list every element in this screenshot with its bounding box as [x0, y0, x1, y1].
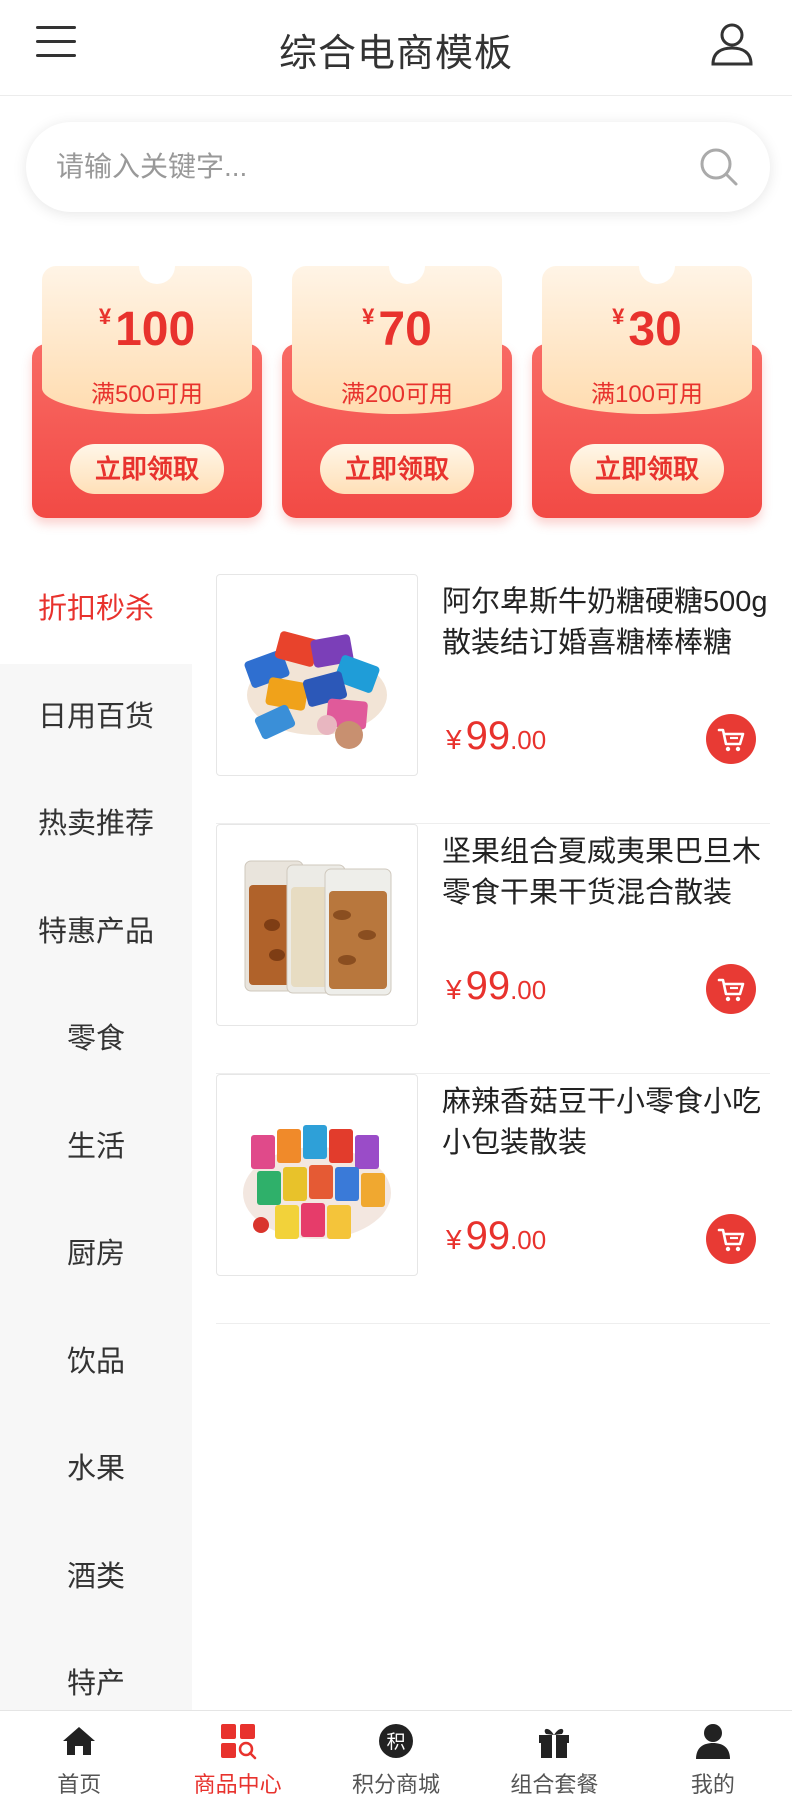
gift-icon — [539, 1728, 570, 1758]
points-icon-text: 积 — [387, 1731, 406, 1753]
add-to-cart-button[interactable] — [706, 714, 756, 764]
points-icon: 积 — [379, 1724, 414, 1758]
tab-points-mall[interactable]: 积 积分商城 — [317, 1711, 475, 1808]
cart-icon — [717, 1228, 745, 1252]
coupon-card: ¥100 满500可用 立即领取 — [32, 248, 262, 518]
product-item[interactable]: 坚果组合夏威夷果巴旦木零食干果干货混合散装 ¥99.00 — [216, 824, 770, 1074]
bottom-tab-bar: 首页 商品中心 积 积分商城 组合套餐 我的 — [0, 1710, 792, 1808]
product-item[interactable]: 阿尔卑斯牛奶糖硬糖500g散装结订婚喜糖棒棒糖 ¥99.00 — [216, 574, 770, 824]
header-bar: 综合电商模板 — [0, 0, 792, 96]
category-item-discount-flash-sale[interactable]: 折扣秒杀 — [0, 556, 192, 664]
product-name[interactable]: 阿尔卑斯牛奶糖硬糖500g散装结订婚喜糖棒棒糖 — [442, 582, 770, 664]
coupon-card: ¥70 满200可用 立即领取 — [282, 248, 512, 518]
tab-combo-package[interactable]: 组合套餐 — [475, 1711, 633, 1808]
search-input[interactable] — [56, 142, 676, 192]
category-item-kitchen[interactable]: 厨房 — [0, 1201, 192, 1309]
page-title: 综合电商模板 — [278, 33, 513, 75]
product-item[interactable]: 麻辣香菇豆干小零食小吃小包装散装 ¥99.00 — [216, 1074, 770, 1324]
coupon-condition: 满200可用 — [340, 381, 454, 408]
claim-coupon-button[interactable]: 立即领取 — [320, 444, 474, 494]
coupon-amount: ¥100 — [98, 303, 196, 356]
claim-coupon-button[interactable]: 立即领取 — [70, 444, 224, 494]
tab-label: 首页 — [57, 1772, 102, 1797]
tab-product-center[interactable]: 商品中心 — [158, 1711, 316, 1808]
tab-label: 积分商城 — [352, 1772, 441, 1797]
cart-icon — [717, 978, 745, 1002]
category-item-drinks[interactable]: 饮品 — [0, 1309, 192, 1417]
category-sidebar: 折扣秒杀 日用百货 热卖推荐 特惠产品 零食 生活 厨房 饮品 水果 酒类 特产 — [0, 556, 192, 1710]
search-icon[interactable] — [698, 146, 740, 188]
product-image-dried-tofu[interactable] — [216, 1074, 418, 1276]
product-list: 阿尔卑斯牛奶糖硬糖500g散装结订婚喜糖棒棒糖 ¥99.00 坚果组合夏威夷果巴… — [216, 574, 770, 1324]
coupon-condition: 满100可用 — [590, 381, 704, 408]
coupon-amount: ¥70 — [362, 303, 432, 356]
tab-home[interactable]: 首页 — [0, 1711, 158, 1808]
category-item-special-offers[interactable]: 特惠产品 — [0, 879, 192, 987]
tab-label: 商品中心 — [193, 1772, 282, 1797]
claim-coupon-button[interactable]: 立即领取 — [570, 444, 724, 494]
product-price: ¥99.00 — [446, 1214, 547, 1258]
coupon-condition: 满500可用 — [90, 381, 204, 408]
grid-search-icon — [220, 1724, 256, 1760]
product-image-nuts[interactable] — [216, 824, 418, 1026]
category-item-daily-goods[interactable]: 日用百货 — [0, 664, 192, 772]
home-icon — [63, 1727, 96, 1755]
category-item-fruit[interactable]: 水果 — [0, 1416, 192, 1524]
category-item-snacks[interactable]: 零食 — [0, 986, 192, 1094]
search-bar — [26, 122, 770, 212]
tab-label: 我的 — [690, 1772, 735, 1797]
add-to-cart-button[interactable] — [706, 1214, 756, 1264]
tab-label: 组合套餐 — [510, 1772, 599, 1797]
add-to-cart-button[interactable] — [706, 964, 756, 1014]
product-image-candy[interactable] — [216, 574, 418, 776]
user-profile-icon[interactable] — [708, 20, 756, 68]
product-name[interactable]: 麻辣香菇豆干小零食小吃小包装散装 — [442, 1082, 770, 1164]
coupon-amount: ¥30 — [612, 303, 682, 356]
product-price: ¥99.00 — [446, 714, 547, 758]
coupon-list: ¥100 满500可用 立即领取 ¥70 满200可用 立即领取 ¥30 满10… — [0, 248, 792, 522]
product-price: ¥99.00 — [446, 964, 547, 1008]
user-icon — [695, 1724, 730, 1759]
category-item-hot-recommend[interactable]: 热卖推荐 — [0, 771, 192, 879]
category-item-liquor[interactable]: 酒类 — [0, 1524, 192, 1632]
cart-icon — [717, 728, 745, 752]
tab-mine[interactable]: 我的 — [634, 1711, 792, 1808]
product-name[interactable]: 坚果组合夏威夷果巴旦木零食干果干货混合散装 — [442, 832, 770, 914]
coupon-card: ¥30 满100可用 立即领取 — [532, 248, 762, 518]
category-item-life[interactable]: 生活 — [0, 1094, 192, 1202]
